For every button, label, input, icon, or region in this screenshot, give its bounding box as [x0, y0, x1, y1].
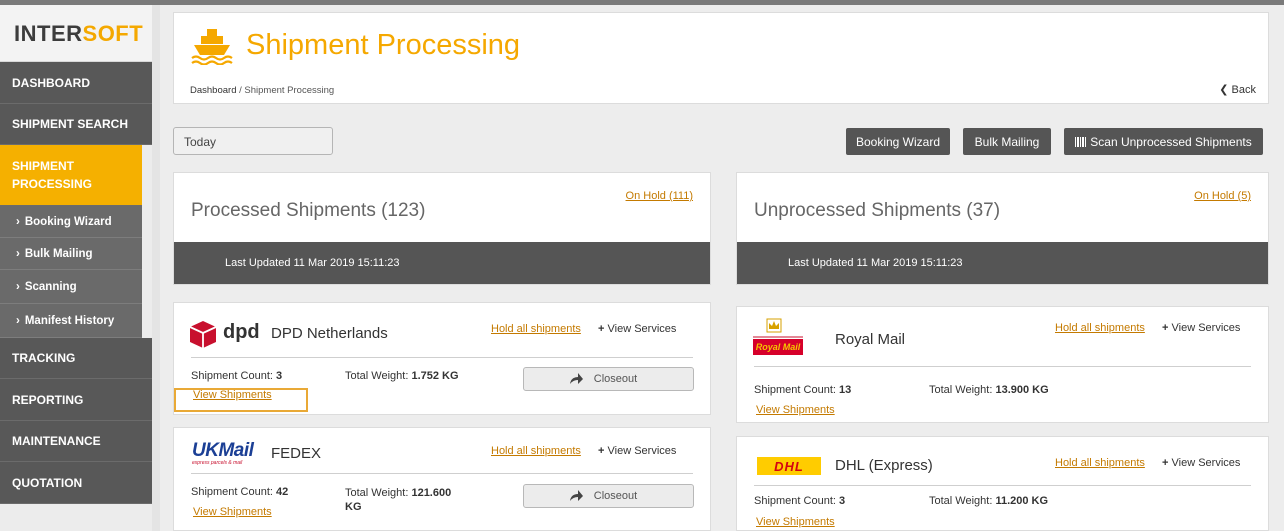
view-services-button[interactable]: + View Services [598, 445, 676, 457]
unprocessed-title: Unprocessed Shipments (37) [754, 200, 1001, 221]
share-arrow-icon [570, 373, 583, 384]
unprocessed-summary-card: Unprocessed Shipments (37) On Hold (5) L… [736, 172, 1269, 285]
shipment-count: Shipment Count: 3 [754, 495, 846, 507]
plus-icon: + [1162, 457, 1169, 469]
plus-icon: + [1162, 322, 1169, 334]
booking-wizard-button[interactable]: Booking Wizard [846, 128, 950, 155]
intersoft-logo[interactable]: INTERSOFT [0, 5, 152, 62]
sidebar-item-reporting[interactable]: REPORTING [0, 379, 152, 421]
sidebar-item-shipment-search[interactable]: SHIPMENT SEARCH [0, 104, 152, 145]
chevron-left-icon: ❮ [1219, 84, 1229, 96]
total-weight: Total Weight: 13.900 KG [929, 384, 1049, 396]
chevron-right-icon: › [16, 247, 20, 260]
sidebar-divider [152, 5, 160, 531]
sidebar-subitem-bulk-mailing[interactable]: › Bulk Mailing [0, 238, 142, 270]
sidebar-item-shipment-processing[interactable]: SHIPMENT PROCESSING [0, 145, 142, 206]
carrier-card-dhl: DHL DHL (Express) Hold all shipments + V… [736, 436, 1269, 531]
carrier-card-royal-mail: Royal Mail Royal Mail Hold all shipments… [736, 306, 1269, 423]
total-weight: Total Weight: 1.752 KG [345, 370, 459, 382]
scan-unprocessed-button[interactable]: Scan Unprocessed Shipments [1064, 128, 1263, 155]
barcode-icon [1075, 136, 1087, 147]
view-services-button[interactable]: + View Services [1162, 322, 1240, 334]
total-weight: Total Weight: 121.600 KG [345, 487, 452, 513]
card-divider [191, 357, 693, 358]
ship-icon [191, 29, 233, 65]
closeout-button[interactable]: Closeout [523, 367, 694, 391]
carrier-name: Royal Mail [835, 331, 906, 348]
breadcrumb-separator: / [239, 85, 242, 96]
hold-all-shipments-link[interactable]: Hold all shipments [491, 323, 581, 335]
ukmail-logo: UKMail express parcels & mail [192, 440, 254, 466]
carrier-name: FEDEX [271, 445, 322, 462]
bulk-mailing-button[interactable]: Bulk Mailing [963, 128, 1051, 155]
sidebar-subitem-scanning[interactable]: › Scanning [0, 270, 142, 304]
plus-icon: + [598, 323, 605, 335]
page-title: Shipment Processing [246, 29, 521, 61]
dhl-logo: DHL [757, 457, 821, 475]
total-weight: Total Weight: 11.200 KG [929, 495, 1049, 507]
hold-all-shipments-link[interactable]: Hold all shipments [491, 445, 581, 457]
sidebar-subitem-booking-wizard[interactable]: › Booking Wizard [0, 206, 142, 238]
processed-title: Processed Shipments (123) [191, 200, 426, 221]
view-shipments-link[interactable]: View Shipments [193, 506, 272, 518]
view-shipments-link[interactable]: View Shipments [756, 516, 835, 528]
unprocessed-on-hold-link[interactable]: On Hold (5) [1194, 190, 1251, 202]
sidebar-subitem-manifest-history[interactable]: › Manifest History [0, 304, 142, 338]
sidebar-item-dashboard[interactable]: DASHBOARD [0, 62, 152, 104]
crown-icon [753, 318, 803, 338]
carrier-name: DHL (Express) [835, 457, 933, 474]
chevron-right-icon: › [16, 215, 20, 228]
shipment-count: Shipment Count: 3 [191, 370, 283, 382]
page-header: Shipment Processing Dashboard / Shipment… [173, 12, 1269, 104]
shipment-count: Shipment Count: 42 [191, 486, 289, 498]
card-divider [754, 485, 1251, 486]
dpd-logo-icon [189, 321, 217, 348]
sidebar-item-maintenance[interactable]: MAINTENANCE [0, 421, 152, 462]
sidebar: INTERSOFT DASHBOARD SHIPMENT SEARCH SHIP… [0, 5, 152, 531]
carrier-name: DPD Netherlands [271, 325, 388, 342]
view-shipments-link[interactable]: View Shipments [756, 404, 835, 416]
breadcrumb-current: Shipment Processing [244, 85, 335, 96]
sidebar-item-quotation[interactable]: QUOTATION [0, 462, 152, 504]
breadcrumb: Dashboard / Shipment Processing [190, 85, 334, 96]
hold-all-shipments-link[interactable]: Hold all shipments [1055, 457, 1145, 469]
closeout-button[interactable]: Closeout [523, 484, 694, 508]
chevron-right-icon: › [16, 314, 20, 327]
card-divider [754, 366, 1251, 367]
dpd-logo-text: dpd [223, 321, 260, 343]
chevron-right-icon: › [16, 280, 20, 293]
processed-summary-card: Processed Shipments (123) On Hold (111) … [173, 172, 711, 285]
plus-icon: + [598, 445, 605, 457]
royal-mail-logo: Royal Mail [753, 317, 803, 355]
hold-all-shipments-link[interactable]: Hold all shipments [1055, 322, 1145, 334]
share-arrow-icon [570, 490, 583, 501]
top-border [0, 0, 1284, 5]
view-services-button[interactable]: + View Services [1162, 457, 1240, 469]
processed-on-hold-link[interactable]: On Hold (111) [626, 190, 693, 202]
view-shipments-highlight [174, 388, 308, 412]
date-filter-select[interactable]: Today [173, 127, 333, 155]
back-button[interactable]: ❮ Back [1219, 83, 1256, 96]
breadcrumb-dashboard-link[interactable]: Dashboard [190, 85, 236, 96]
card-divider [191, 473, 693, 474]
logo-text: INTERSOFT [14, 21, 144, 46]
carrier-card-fedex: UKMail express parcels & mail FEDEX Hold… [173, 427, 711, 531]
unprocessed-last-updated: Last Updated 11 Mar 2019 15:11:23 [737, 242, 1268, 284]
shipment-count: Shipment Count: 13 [754, 384, 852, 396]
sidebar-item-tracking[interactable]: TRACKING [0, 338, 152, 379]
view-services-button[interactable]: + View Services [598, 323, 676, 335]
processed-last-updated: Last Updated 11 Mar 2019 15:11:23 [174, 242, 710, 284]
